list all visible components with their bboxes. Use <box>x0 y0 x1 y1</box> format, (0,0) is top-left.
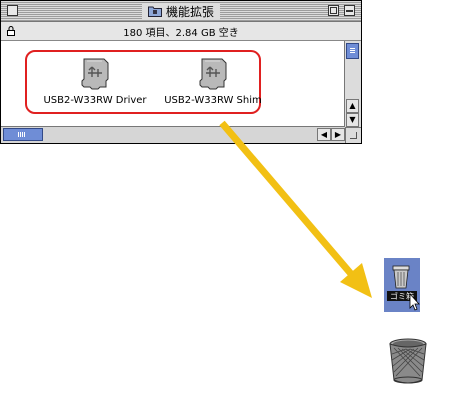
collapse-box[interactable] <box>344 5 355 16</box>
window-title: 機能拡張 <box>165 4 215 19</box>
extension-item-label: USB2-W33RW Driver <box>43 95 147 106</box>
trash-icon[interactable] <box>388 336 428 386</box>
folder-icon <box>147 6 162 17</box>
extension-item-label: USB2-W33RW Shim <box>164 95 262 106</box>
horizontal-scroll-thumb[interactable] <box>3 128 43 141</box>
scroll-up-arrow[interactable]: ▲ <box>346 99 359 113</box>
close-box[interactable] <box>7 5 18 16</box>
extension-item-driver[interactable]: USB2-W33RW Driver <box>37 57 153 106</box>
info-text: 180 項目、2.84 GB 空き <box>123 27 239 39</box>
finder-window: 機能拡張 180 項目、2.84 GB 空き USB2-W33RW Driver <box>0 0 362 144</box>
scroll-right-arrow[interactable]: ▶ <box>331 128 345 141</box>
zoom-box[interactable] <box>328 5 339 16</box>
extension-item-shim[interactable]: USB2-W33RW Shim <box>155 57 271 106</box>
vertical-scrollbar[interactable]: ▲ ▼ <box>344 41 361 127</box>
info-bar: 180 項目、2.84 GB 空き <box>1 22 361 41</box>
title-bar[interactable]: 機能拡張 <box>1 1 361 22</box>
window-content: USB2-W33RW Driver USB2-W33RW Shim <box>1 41 345 127</box>
usb-extension-icon <box>81 58 109 90</box>
resize-box[interactable] <box>345 127 361 143</box>
window-title-wrap: 機能拡張 <box>141 3 221 19</box>
horizontal-scrollbar[interactable]: ◀ ▶ <box>1 126 345 143</box>
lock-icon <box>7 26 15 36</box>
trash-full-icon[interactable]: ゴミ箱 <box>384 258 420 312</box>
vertical-scroll-thumb[interactable] <box>346 43 359 59</box>
usb-extension-icon <box>199 58 227 90</box>
scroll-down-arrow[interactable]: ▼ <box>346 113 359 127</box>
scroll-left-arrow[interactable]: ◀ <box>317 128 331 141</box>
